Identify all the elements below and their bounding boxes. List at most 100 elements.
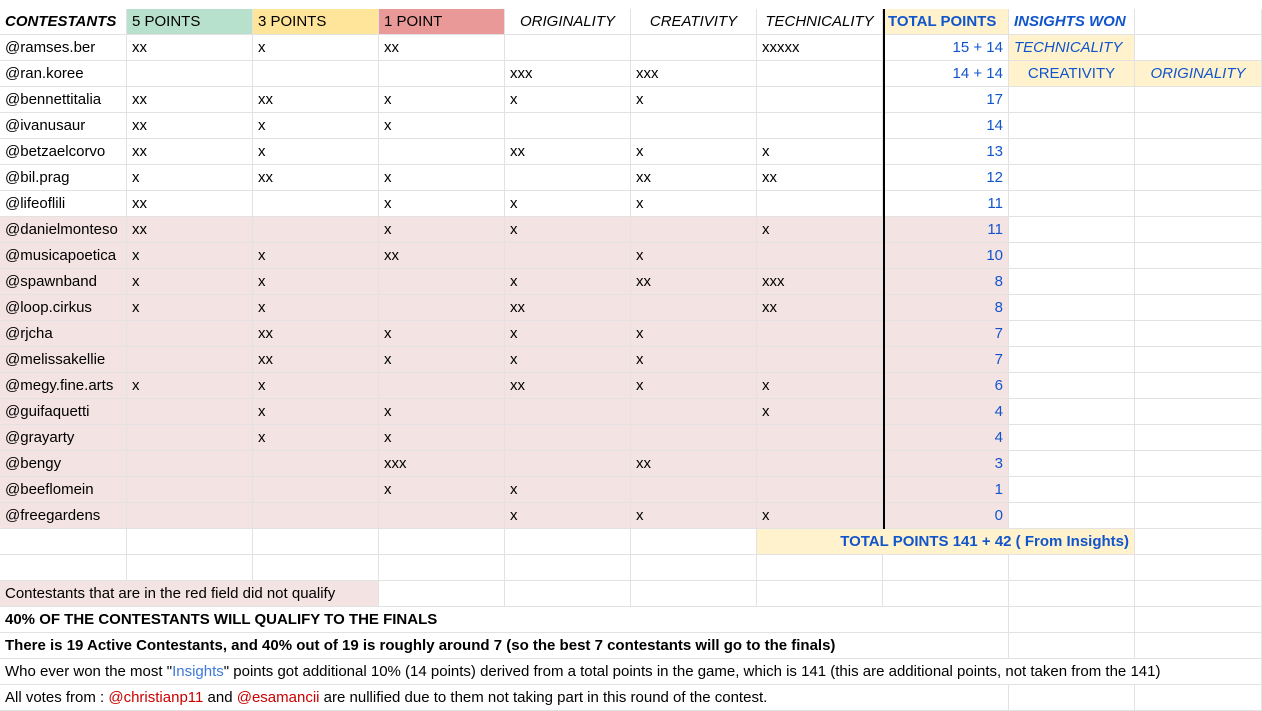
total-points[interactable]: 10 — [883, 243, 1009, 269]
contestant-name[interactable]: @bengy — [0, 451, 127, 477]
empty-cell[interactable] — [1135, 607, 1262, 633]
total-points[interactable]: 13 — [883, 139, 1009, 165]
empty-cell[interactable] — [1009, 633, 1135, 659]
insight-won-1[interactable] — [1009, 451, 1135, 477]
empty-cell[interactable] — [1009, 685, 1135, 711]
votes-creativity[interactable] — [631, 425, 757, 451]
votes-originality[interactable] — [505, 35, 631, 61]
votes-3-points[interactable] — [253, 451, 379, 477]
votes-5-points[interactable]: x — [127, 165, 253, 191]
votes-3-points[interactable] — [253, 191, 379, 217]
insight-won-2[interactable] — [1135, 373, 1262, 399]
empty-cell[interactable] — [1135, 529, 1262, 555]
header-technicality[interactable]: TECHNICALITY — [757, 9, 883, 35]
votes-technicality[interactable] — [757, 243, 883, 269]
votes-3-points[interactable]: x — [253, 295, 379, 321]
votes-originality[interactable]: xx — [505, 139, 631, 165]
votes-3-points[interactable]: x — [253, 243, 379, 269]
votes-originality[interactable]: x — [505, 191, 631, 217]
insight-won-2[interactable] — [1135, 399, 1262, 425]
insight-won-1[interactable] — [1009, 425, 1135, 451]
header-insights-won[interactable]: INSIGHTS WON — [1009, 9, 1135, 35]
votes-originality[interactable] — [505, 243, 631, 269]
insight-won-2[interactable] — [1135, 139, 1262, 165]
empty-cell[interactable] — [1135, 555, 1262, 581]
votes-creativity[interactable] — [631, 35, 757, 61]
votes-5-points[interactable]: xx — [127, 191, 253, 217]
votes-1-point[interactable]: x — [379, 399, 505, 425]
insight-won-2[interactable] — [1135, 35, 1262, 61]
votes-creativity[interactable] — [631, 477, 757, 503]
votes-technicality[interactable]: x — [757, 503, 883, 529]
insight-won-1[interactable] — [1009, 347, 1135, 373]
empty-cell[interactable] — [127, 555, 253, 581]
votes-3-points[interactable] — [253, 503, 379, 529]
votes-1-point[interactable]: xxx — [379, 451, 505, 477]
contestant-name[interactable]: @ivanusaur — [0, 113, 127, 139]
votes-5-points[interactable] — [127, 477, 253, 503]
header-creativity[interactable]: CREATIVITY — [631, 9, 757, 35]
contestant-name[interactable]: @spawnband — [0, 269, 127, 295]
votes-technicality[interactable] — [757, 347, 883, 373]
votes-originality[interactable]: x — [505, 269, 631, 295]
votes-3-points[interactable] — [253, 477, 379, 503]
votes-1-point[interactable] — [379, 373, 505, 399]
contestant-name[interactable]: @beeflomein — [0, 477, 127, 503]
total-points[interactable]: 17 — [883, 87, 1009, 113]
votes-creativity[interactable]: xx — [631, 165, 757, 191]
empty-cell[interactable] — [757, 581, 883, 607]
insight-won-2[interactable] — [1135, 269, 1262, 295]
votes-creativity[interactable] — [631, 399, 757, 425]
contestant-name[interactable]: @ramses.ber — [0, 35, 127, 61]
insight-won-2[interactable] — [1135, 243, 1262, 269]
total-points[interactable]: 7 — [883, 321, 1009, 347]
insight-won-2[interactable] — [1135, 191, 1262, 217]
votes-3-points[interactable]: x — [253, 139, 379, 165]
contestant-name[interactable]: @betzaelcorvo — [0, 139, 127, 165]
insight-won-2[interactable] — [1135, 477, 1262, 503]
votes-5-points[interactable]: xx — [127, 139, 253, 165]
note-insights[interactable]: Who ever won the most "Insights" points … — [0, 659, 1262, 685]
votes-1-point[interactable] — [379, 139, 505, 165]
votes-technicality[interactable]: xxx — [757, 269, 883, 295]
insight-won-2[interactable] — [1135, 347, 1262, 373]
insight-won-2[interactable] — [1135, 295, 1262, 321]
votes-1-point[interactable]: xx — [379, 243, 505, 269]
votes-creativity[interactable] — [631, 113, 757, 139]
votes-technicality[interactable] — [757, 191, 883, 217]
note-qualify[interactable]: 40% OF THE CONTESTANTS WILL QUALIFY TO T… — [0, 607, 1009, 633]
votes-originality[interactable] — [505, 113, 631, 139]
header-5-points[interactable]: 5 POINTS — [127, 9, 253, 35]
total-points[interactable]: 4 — [883, 399, 1009, 425]
contestant-name[interactable]: @megy.fine.arts — [0, 373, 127, 399]
votes-3-points[interactable]: xx — [253, 321, 379, 347]
votes-originality[interactable]: x — [505, 217, 631, 243]
total-points[interactable]: 7 — [883, 347, 1009, 373]
votes-1-point[interactable] — [379, 503, 505, 529]
header-1-point[interactable]: 1 POINT — [379, 9, 505, 35]
votes-creativity[interactable]: x — [631, 321, 757, 347]
insight-won-1[interactable] — [1009, 191, 1135, 217]
contestant-name[interactable]: @rjcha — [0, 321, 127, 347]
header-total-points[interactable]: TOTAL POINTS — [883, 9, 1009, 35]
insight-won-1[interactable] — [1009, 269, 1135, 295]
votes-3-points[interactable]: x — [253, 425, 379, 451]
insight-won-2[interactable] — [1135, 165, 1262, 191]
votes-5-points[interactable]: x — [127, 295, 253, 321]
votes-technicality[interactable] — [757, 61, 883, 87]
votes-1-point[interactable]: x — [379, 113, 505, 139]
votes-originality[interactable] — [505, 399, 631, 425]
header-3-points[interactable]: 3 POINTS — [253, 9, 379, 35]
insight-won-2[interactable] — [1135, 451, 1262, 477]
votes-5-points[interactable] — [127, 399, 253, 425]
contestant-name[interactable]: @freegardens — [0, 503, 127, 529]
votes-technicality[interactable] — [757, 425, 883, 451]
votes-originality[interactable]: x — [505, 321, 631, 347]
votes-3-points[interactable] — [253, 61, 379, 87]
empty-cell[interactable] — [253, 555, 379, 581]
total-points[interactable]: 1 — [883, 477, 1009, 503]
insight-won-1[interactable] — [1009, 295, 1135, 321]
insight-won-1[interactable] — [1009, 503, 1135, 529]
note-active-contestants[interactable]: There is 19 Active Contestants, and 40% … — [0, 633, 1009, 659]
votes-creativity[interactable]: x — [631, 191, 757, 217]
